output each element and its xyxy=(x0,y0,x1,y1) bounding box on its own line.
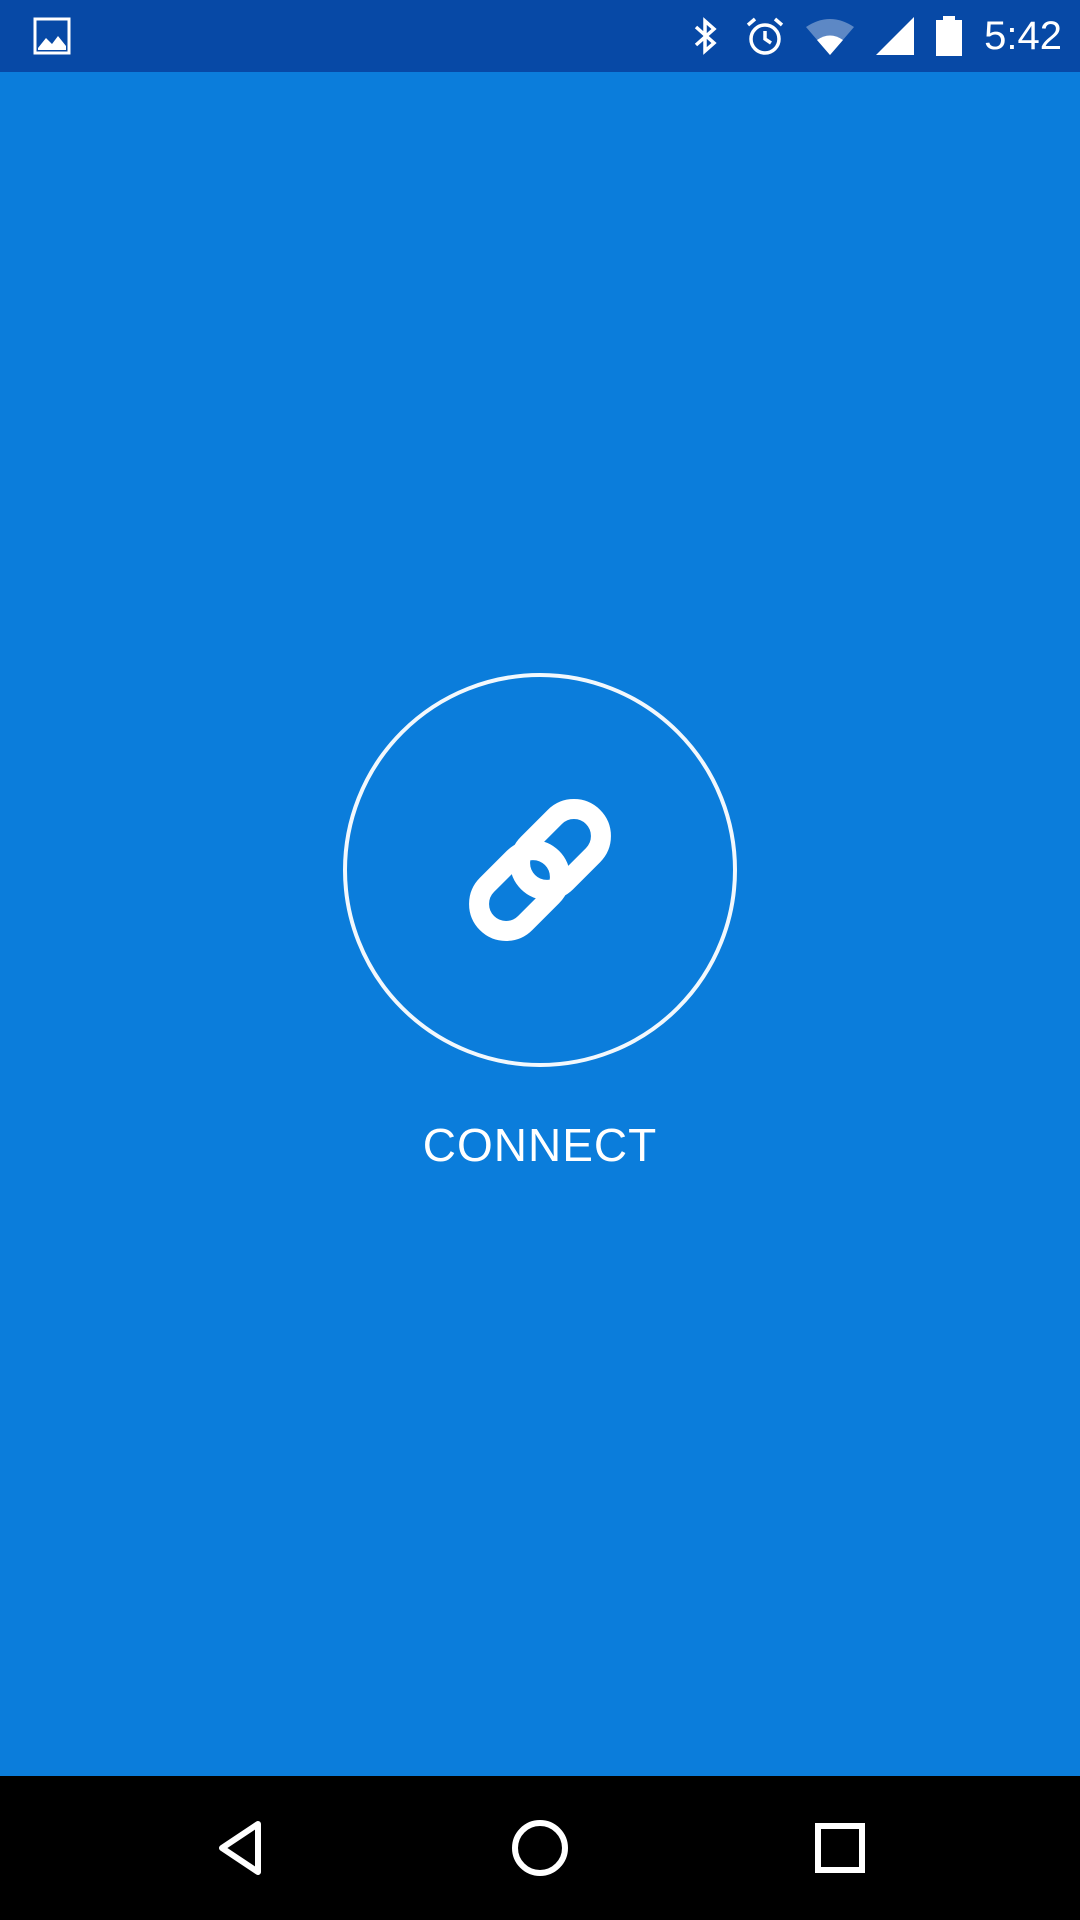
home-button[interactable] xyxy=(490,1798,590,1898)
app-screen: 5:42 CONNECT xyxy=(0,0,1080,1920)
back-button[interactable] xyxy=(190,1798,290,1898)
status-time: 5:42 xyxy=(984,14,1062,58)
battery-icon xyxy=(936,16,963,56)
connect-label[interactable]: CONNECT xyxy=(0,1118,1080,1172)
connect-control[interactable] xyxy=(343,673,737,1067)
alarm-icon xyxy=(747,17,784,55)
cell-signal-icon xyxy=(876,17,915,55)
wifi-icon xyxy=(806,19,855,55)
status-icons: 5:42 xyxy=(666,0,1062,72)
image-icon xyxy=(33,17,71,55)
back-icon xyxy=(219,1821,261,1875)
bluetooth-icon xyxy=(694,17,717,55)
navigation-bar xyxy=(0,1776,1080,1920)
recents-button[interactable] xyxy=(790,1798,890,1898)
link-icon xyxy=(469,799,611,941)
recents-icon xyxy=(815,1823,865,1873)
home-icon xyxy=(512,1820,568,1876)
status-bar: 5:42 xyxy=(0,0,1080,72)
